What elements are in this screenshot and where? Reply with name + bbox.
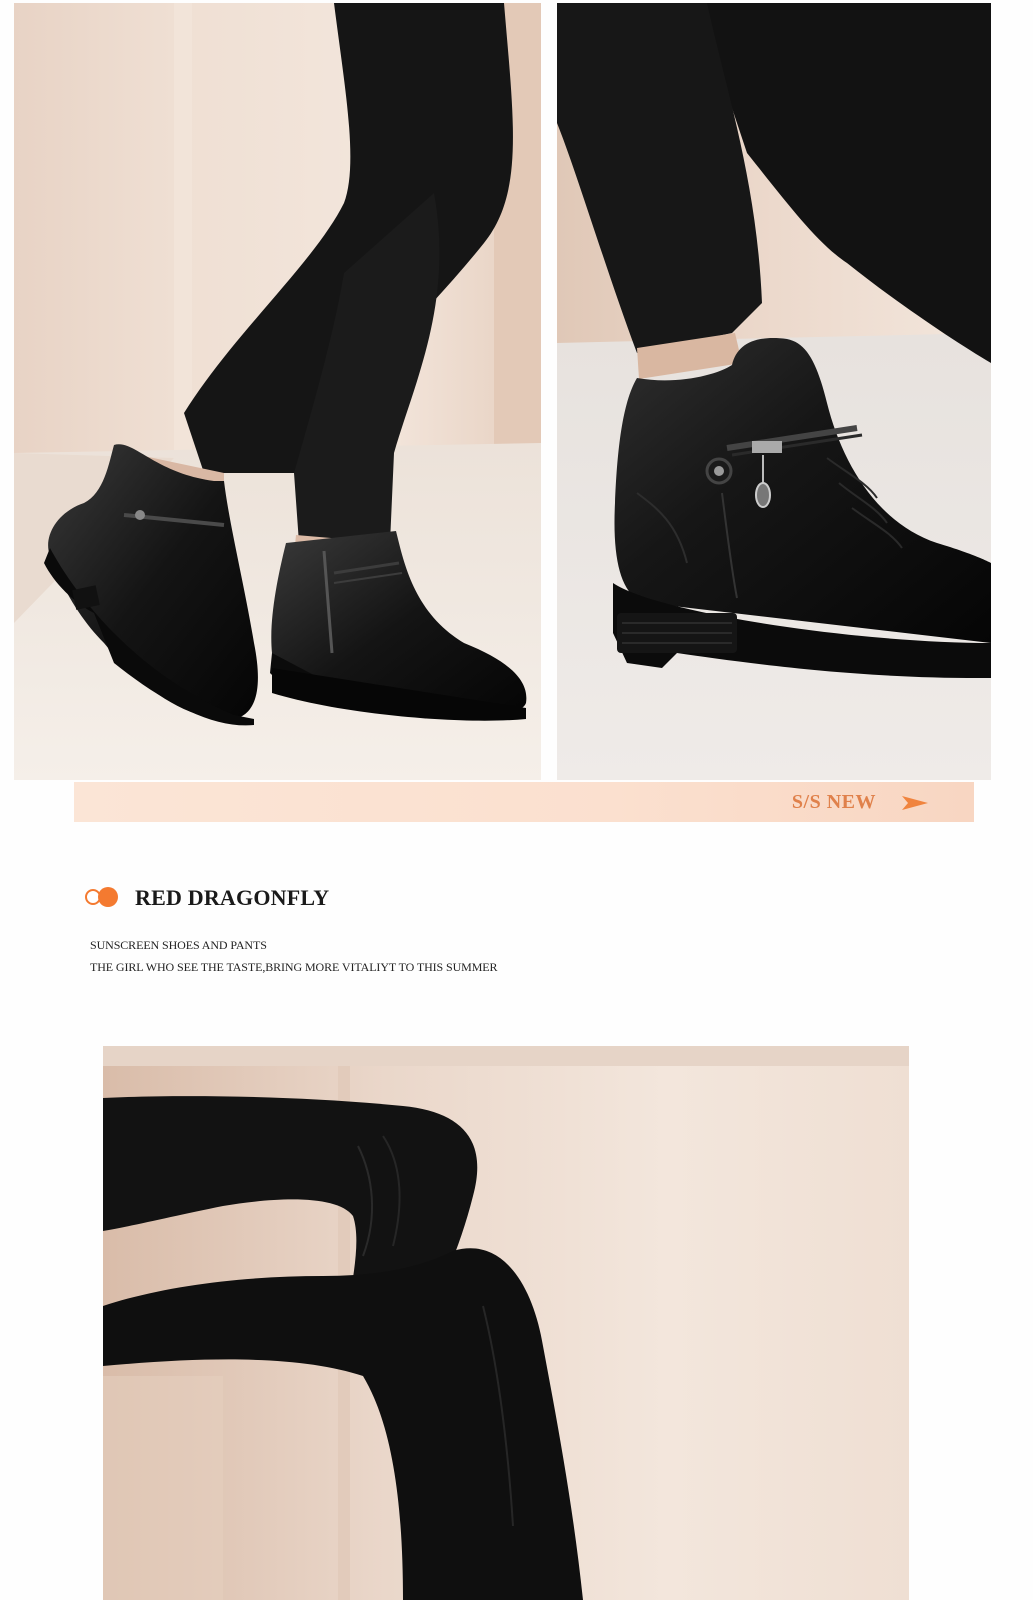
- tagline-line-2: THE GIRL WHO SEE THE TASTE,BRING MORE VI…: [90, 960, 498, 974]
- ss-new-label: S/S NEW: [791, 791, 876, 813]
- tagline-line-1: SUNSCREEN SHOES AND PANTS: [90, 938, 267, 952]
- brand-heading: RED DRAGONFLY: [85, 880, 329, 916]
- double-circle-icon: [85, 887, 121, 909]
- product-photo-crossed-legs: [103, 1046, 909, 1600]
- ss-new-banner: S/S NEW: [74, 782, 974, 822]
- walking-legs-illustration: [14, 3, 541, 780]
- boot-closeup-illustration: [557, 3, 991, 780]
- crossed-legs-illustration: [103, 1046, 909, 1600]
- product-photo-walking-legs: [14, 3, 541, 780]
- product-photo-boot-closeup: [557, 3, 991, 780]
- arrow-right-icon: [902, 796, 928, 810]
- brand-title: RED DRAGONFLY: [135, 885, 330, 910]
